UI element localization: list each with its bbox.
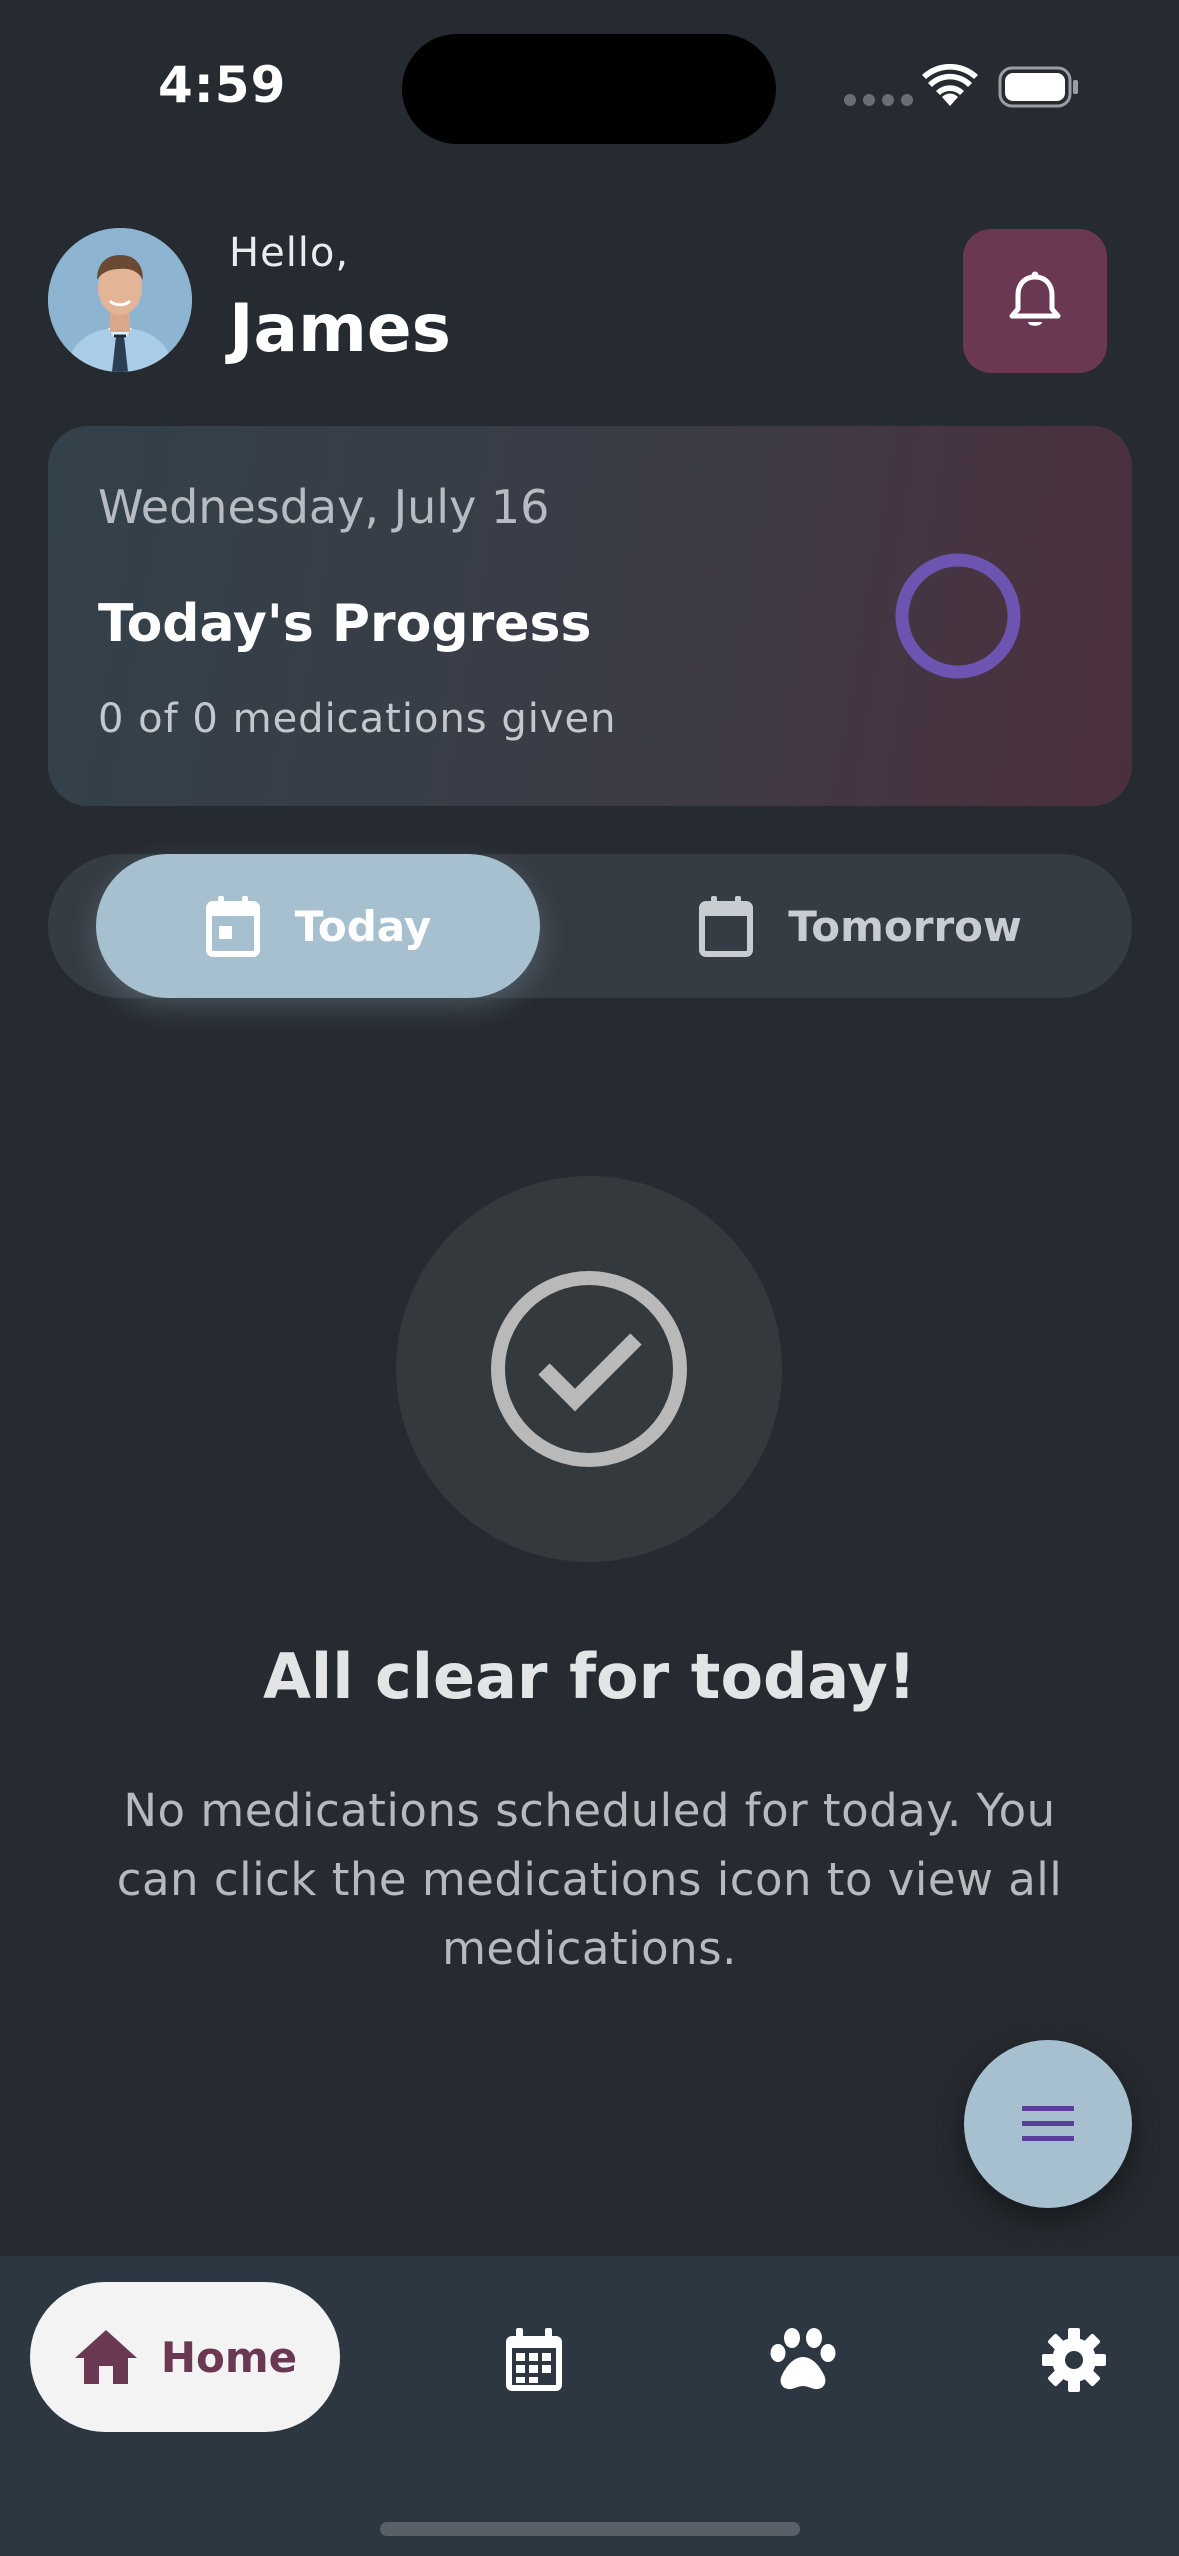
progress-card: Wednesday, July 16 Today's Progress 0 of… bbox=[48, 426, 1132, 806]
gear-icon bbox=[1042, 2328, 1106, 2392]
dynamic-island bbox=[402, 34, 776, 144]
menu-icon bbox=[1022, 2106, 1074, 2141]
home-icon bbox=[74, 2330, 137, 2384]
tab-tomorrow[interactable]: Tomorrow bbox=[588, 854, 1132, 998]
tab-today[interactable]: Today bbox=[96, 854, 540, 998]
progress-subtitle: 0 of 0 medications given bbox=[98, 696, 617, 742]
user-name: James bbox=[229, 290, 451, 367]
paw-icon bbox=[770, 2328, 836, 2390]
bottom-navigation: Home bbox=[0, 2256, 1179, 2556]
wifi-icon bbox=[922, 63, 978, 112]
home-screen: 4:59 Hello, James Wednesday, July 16 Tod… bbox=[0, 0, 1179, 2556]
calendar-today-icon bbox=[205, 896, 260, 957]
day-toggle: Today Tomorrow bbox=[48, 854, 1132, 998]
status-time: 4:59 bbox=[158, 56, 287, 114]
battery-icon bbox=[998, 66, 1080, 112]
progress-ring bbox=[895, 553, 1021, 679]
empty-state-title: All clear for today! bbox=[262, 1640, 917, 1713]
nav-home-label: Home bbox=[160, 2332, 298, 2382]
cellular-signal-icon bbox=[844, 94, 913, 106]
greeting-text: Hello, bbox=[229, 230, 350, 276]
home-indicator[interactable] bbox=[380, 2522, 800, 2536]
menu-fab[interactable] bbox=[964, 2040, 1132, 2208]
empty-state-description: No medications scheduled for today. You … bbox=[116, 1784, 1063, 1975]
user-avatar[interactable] bbox=[48, 228, 192, 372]
calendar-grid-icon bbox=[506, 2328, 562, 2391]
check-circle-icon bbox=[491, 1271, 687, 1467]
notifications-button[interactable] bbox=[963, 229, 1107, 373]
current-date: Wednesday, July 16 bbox=[98, 480, 550, 534]
tab-tomorrow-label: Tomorrow bbox=[788, 901, 1022, 951]
nav-item-calendar[interactable] bbox=[496, 2322, 572, 2398]
nav-item-home[interactable]: Home bbox=[30, 2282, 340, 2432]
nav-item-settings[interactable] bbox=[1036, 2322, 1112, 2398]
calendar-icon bbox=[699, 896, 754, 957]
bell-icon bbox=[1009, 271, 1061, 326]
progress-title: Today's Progress bbox=[98, 594, 592, 654]
empty-state-badge bbox=[396, 1176, 782, 1562]
nav-item-pets[interactable] bbox=[765, 2322, 841, 2398]
tab-today-label: Today bbox=[294, 901, 432, 951]
